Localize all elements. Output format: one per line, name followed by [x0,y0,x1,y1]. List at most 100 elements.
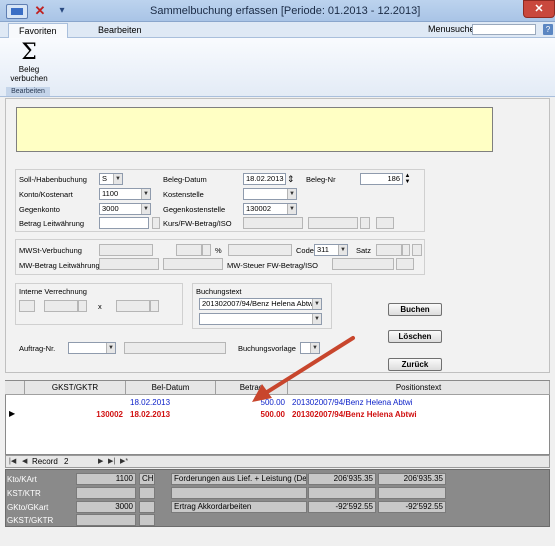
mwst-percent-input [176,244,202,256]
record-navigator [5,455,550,468]
ribbon-group-label: Bearbeiten [6,87,50,96]
beleg-verbuchen-line1: Beleg [18,65,40,74]
summary-gkto-desc: Ertrag Akkordarbeiten [171,501,307,513]
tab-bearbeiten[interactable]: Bearbeiten [88,23,152,38]
iso-input [376,217,394,229]
mwst-percent-drop [202,244,211,256]
soll-haben-label: Soll-/Habenbuchung [19,175,87,184]
buchungstext-label: Buchungstext [196,287,242,296]
record-label: Record [32,457,58,466]
row-selector-icon[interactable]: ▶ [9,408,15,419]
buchungstext-select-2[interactable]: ▼ [199,313,322,325]
satz-label: Satz [356,246,372,255]
buchen-button[interactable]: Buchen [388,303,442,316]
sigma-icon: Σ [21,40,37,65]
prev-record-icon[interactable]: ◀ [22,457,27,466]
chevron-down-icon[interactable]: ▼ [106,343,115,353]
konto-select[interactable]: 1100 ▼ [99,188,151,200]
row1-datum: 18.02.2013 [130,398,171,407]
summary-label-kst: KST/KTR [7,489,41,498]
summary-kst-v2 [378,487,446,499]
summary-gkst-nr [76,514,136,526]
mw-steuer-input [332,258,394,270]
beleg-verbuchen-button[interactable]: Σ Beleg verbuchen [8,41,50,87]
chevron-down-icon[interactable]: ▼ [338,245,347,255]
buchungstext-select[interactable]: 201302007/94/Benz Helena Abtwi ▼ [199,298,322,310]
ribbon [0,38,555,97]
tab-favoriten[interactable]: Favoriten [8,23,68,38]
satz-input [376,244,402,256]
window-close-button[interactable]: ✕ [523,0,555,18]
last-record-icon[interactable]: ▶| [108,457,115,466]
grid-header-positionstext[interactable]: Positionstext [288,381,550,395]
row2-betrag: 500.00 [260,410,285,419]
soll-haben-select[interactable]: S ▼ [99,173,123,185]
first-record-icon[interactable]: |◀ [9,457,16,466]
kurs-input [243,217,303,229]
summary-kto-v2: 206'935.35 [378,473,446,485]
buchungsvorlage-select[interactable]: ▼ [300,342,320,354]
menusuche-input[interactable] [472,24,536,35]
auftrag-desc [124,342,226,354]
beleg-nr-input[interactable]: 186 [360,173,403,185]
new-record-icon[interactable]: ▶* [120,457,128,466]
percent-label: % [215,246,222,255]
gegenkostenstelle-label: Gegenkostenstelle [163,205,226,214]
kostenstelle-select[interactable]: ▼ [243,188,297,200]
chevron-down-icon[interactable]: ▼ [310,343,319,353]
grid-header-datum[interactable]: Bel-Datum [126,381,216,395]
mw-betrag-input-2 [163,258,223,270]
kostenstelle-label: Kostenstelle [163,190,204,199]
satz-extra [412,244,422,256]
summary-gkst-cur [139,514,155,526]
interne-input-1 [44,300,78,312]
grid-header-betrag[interactable]: Betrag [216,381,288,395]
beleg-datum-input[interactable]: 18.02.2013 [243,173,286,185]
betrag-lw-input[interactable] [99,217,149,229]
interne-x-label: x [98,302,102,311]
next-record-icon[interactable]: ▶ [98,457,103,466]
close-icon[interactable]: ✕ [30,3,50,19]
beleg-nr-spinner[interactable]: ▲ ▼ [404,173,411,185]
summary-kst-cur [139,487,155,499]
chevron-down-icon[interactable]: ▼ [312,299,321,309]
chevron-down-icon[interactable]: ▼ [312,314,321,324]
help-icon[interactable]: ? [543,24,553,35]
fw-betrag-input [308,217,358,229]
summary-label-gkst: GKST/GKTR [7,516,54,525]
grid-header-gkst[interactable]: GKST/GKTR [25,381,126,395]
interne-input-2 [116,300,150,312]
summary-kst-nr [76,487,136,499]
satz-drop [402,244,410,256]
record-number[interactable]: 2 [64,456,68,467]
mwst-amount-input [228,244,292,256]
row1-text: 201302007/94/Benz Helena Abtwi [292,398,413,407]
auftrag-select[interactable]: ▼ [68,342,116,354]
chevron-down-icon[interactable]: ▼ [287,204,296,214]
row1-betrag: 500.00 [260,398,285,407]
code-label: Code [296,246,314,255]
konto-label: Konto/Kostenart [19,190,73,199]
date-picker-icon[interactable]: ⇕ [287,173,295,185]
beleg-datum-label: Beleg-Datum [163,175,207,184]
row2-text: 201302007/94/Benz Helena Abtwi [292,410,417,419]
zurueck-button[interactable]: Zurück [388,358,442,371]
mwst-select [99,244,153,256]
chevron-down-icon[interactable]: ▼ [141,189,150,199]
buchungsvorlage-label: Buchungsvorlage [238,344,296,353]
mw-betrag-input [99,258,159,270]
gegenkostenstelle-select[interactable]: 130002 ▼ [243,203,297,215]
interne-label: Interne Verrechnung [19,287,87,296]
quick-access-dropdown-icon[interactable]: ▾ [54,3,70,19]
beleg-nr-label: Beleg-Nr [306,175,336,184]
chevron-down-icon[interactable]: ▼ [141,204,150,214]
summary-gkto-v2: -92'592.55 [378,501,446,513]
loeschen-button[interactable]: Löschen [388,330,442,343]
chevron-down-icon[interactable]: ▼ [287,189,296,199]
mw-steuer-iso [396,258,414,270]
app-icon[interactable] [6,4,28,19]
gegenkonto-select[interactable]: 3000 ▼ [99,203,151,215]
code-select[interactable]: 311 ▼ [314,244,348,256]
summary-gkto-v1: -92'592.55 [308,501,376,513]
chevron-down-icon[interactable]: ▼ [113,174,122,184]
